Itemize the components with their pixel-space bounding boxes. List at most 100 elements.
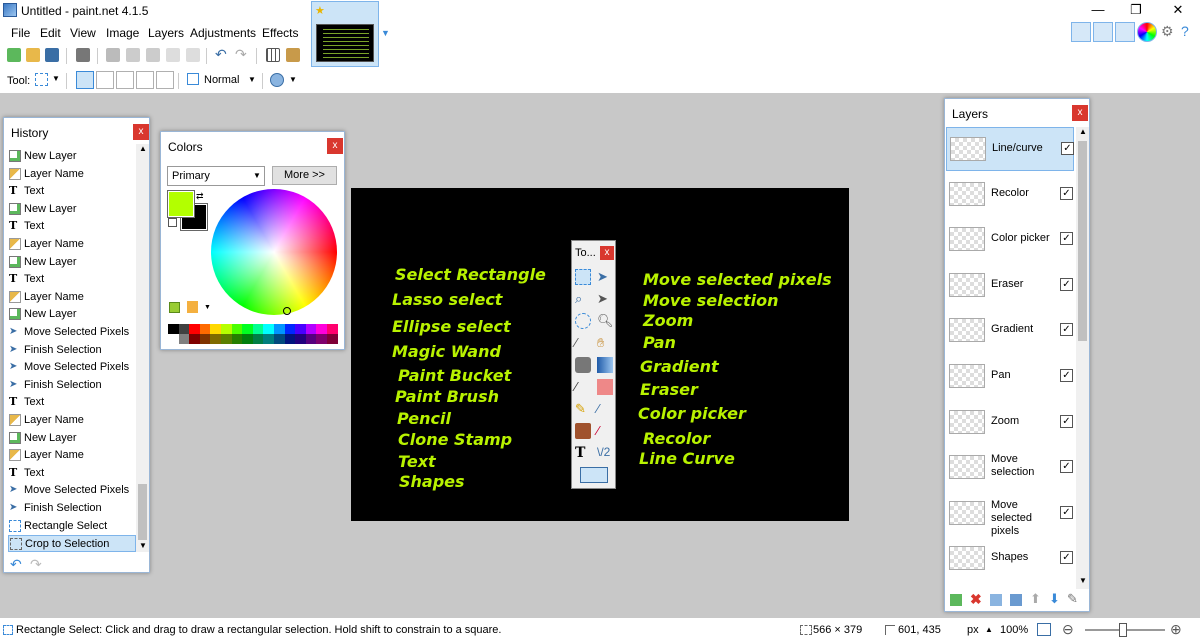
layer-row[interactable]: Zoom ✓ xyxy=(946,401,1074,445)
palette-menu-icon[interactable] xyxy=(187,301,198,313)
move-layer-up-icon[interactable]: ⬆ xyxy=(1030,591,1041,607)
layer-visibility-checkbox[interactable]: ✓ xyxy=(1060,369,1073,382)
merge-layer-down-icon[interactable] xyxy=(1010,594,1022,606)
primary-color-swatch[interactable] xyxy=(167,190,195,218)
zoom-slider-thumb[interactable] xyxy=(1119,623,1127,637)
palette-swatch[interactable] xyxy=(284,324,296,334)
palette-swatch[interactable] xyxy=(199,334,211,344)
layers-window-toggle-icon[interactable] xyxy=(1115,22,1135,42)
close-window-button[interactable]: ✕ xyxy=(1156,0,1200,22)
color-wheel-cursor[interactable] xyxy=(283,307,291,315)
layer-row[interactable]: Recolor ✓ xyxy=(946,173,1074,217)
history-item[interactable]: Layer Name xyxy=(8,289,136,306)
palette-swatch[interactable] xyxy=(210,334,221,344)
palette-swatch[interactable] xyxy=(221,334,232,344)
history-redo-icon[interactable]: ↷ xyxy=(30,556,42,573)
antialiasing-dropdown-icon[interactable]: ▼ xyxy=(289,75,297,84)
deselect-icon[interactable] xyxy=(186,48,200,62)
palette-swatch[interactable] xyxy=(327,324,338,334)
history-item[interactable]: New Layer xyxy=(8,430,136,447)
palette-swatch[interactable] xyxy=(231,334,243,344)
zoom-out-icon[interactable]: ⊖ xyxy=(1062,621,1074,638)
line-curve-icon[interactable]: \/2 xyxy=(597,445,613,461)
history-item[interactable]: ➤ Finish Selection xyxy=(8,500,136,517)
history-item[interactable]: T Text xyxy=(8,271,136,288)
palette-swatch[interactable] xyxy=(189,324,200,334)
add-layer-icon[interactable] xyxy=(950,594,962,606)
scroll-up-icon[interactable]: ▲ xyxy=(139,144,147,153)
palette-swatch[interactable] xyxy=(199,324,211,334)
open-icon[interactable] xyxy=(26,48,40,62)
lasso-select-icon[interactable]: ⌕ xyxy=(575,291,591,307)
zoom-icon[interactable]: 🔍︎ xyxy=(597,313,614,329)
color-mode-select[interactable]: Primary ▼ xyxy=(167,166,265,186)
history-close-button[interactable]: x xyxy=(133,124,149,140)
layer-properties-icon[interactable]: ✎ xyxy=(1067,591,1078,607)
palette-swatch[interactable] xyxy=(178,334,190,344)
palette-swatch[interactable] xyxy=(221,324,232,334)
history-item[interactable]: T Text xyxy=(8,183,136,200)
selection-mode-replace-icon[interactable] xyxy=(76,71,94,89)
clone-stamp-icon[interactable] xyxy=(575,423,591,439)
crop-to-selection-icon[interactable] xyxy=(166,48,180,62)
layer-visibility-checkbox[interactable]: ✓ xyxy=(1061,142,1074,155)
palette-swatch[interactable] xyxy=(316,324,327,334)
color-wheel[interactable] xyxy=(211,189,337,315)
history-item[interactable]: ➤ Move Selected Pixels xyxy=(8,324,136,341)
palette-swatch[interactable] xyxy=(178,324,190,334)
palette-swatch[interactable] xyxy=(252,334,264,344)
units-dropdown-icon[interactable]: ▲ xyxy=(985,625,993,634)
scroll-up-icon[interactable]: ▲ xyxy=(1079,127,1087,136)
zoom-to-window-icon[interactable] xyxy=(1037,623,1051,636)
layer-visibility-checkbox[interactable]: ✓ xyxy=(1060,505,1073,519)
grid-icon[interactable] xyxy=(266,48,280,62)
color-picker-icon[interactable]: ⁄ xyxy=(597,401,613,417)
text-tool-icon[interactable]: T xyxy=(575,445,591,461)
history-item[interactable]: T Text xyxy=(8,394,136,411)
duplicate-layer-icon[interactable] xyxy=(990,594,1002,606)
undo-icon[interactable]: ↶ xyxy=(215,47,229,62)
history-item[interactable]: New Layer xyxy=(8,148,136,165)
paste-icon[interactable] xyxy=(146,48,160,62)
history-item[interactable]: ➤ Move Selected Pixels xyxy=(8,359,136,376)
ellipse-select-icon[interactable] xyxy=(575,313,591,329)
pencil-icon[interactable]: ✎ xyxy=(575,401,591,417)
colors-close-button[interactable]: x xyxy=(327,138,343,154)
image-list-dropdown-icon[interactable]: ▼ xyxy=(381,28,390,38)
redo-icon[interactable]: ↷ xyxy=(235,47,249,62)
scroll-down-icon[interactable]: ▼ xyxy=(139,541,147,550)
zoom-in-icon[interactable]: ⊕ xyxy=(1170,621,1182,638)
palette-swatch[interactable] xyxy=(305,334,317,344)
image-tab-thumbnail[interactable]: ★ xyxy=(311,1,379,67)
layers-scrollbar[interactable]: ▲ ▼ xyxy=(1076,127,1089,589)
new-image-icon[interactable] xyxy=(7,48,21,62)
print-icon[interactable] xyxy=(76,48,90,62)
layer-visibility-checkbox[interactable]: ✓ xyxy=(1060,460,1073,474)
paint-bucket-icon[interactable] xyxy=(575,357,591,373)
rectangle-select-tool-icon[interactable] xyxy=(35,73,48,86)
palette-swatch[interactable] xyxy=(263,324,274,334)
blend-mode-dropdown-icon[interactable]: ▼ xyxy=(248,75,256,84)
help-icon[interactable]: ? xyxy=(1181,22,1200,42)
history-item[interactable]: T Text xyxy=(8,218,136,235)
tools-close-button[interactable]: x xyxy=(600,246,614,260)
tool-dropdown-icon[interactable]: ▼ xyxy=(52,74,60,83)
palette-dropdown-icon[interactable]: ▼ xyxy=(204,304,211,311)
menu-effects[interactable]: Effects xyxy=(262,26,298,40)
recolor-icon[interactable]: ⁄ xyxy=(597,423,613,439)
palette-swatch[interactable] xyxy=(284,334,296,344)
swap-colors-icon[interactable]: ⇄ xyxy=(196,191,204,202)
delete-layer-icon[interactable]: ✖ xyxy=(970,591,982,608)
move-selection-icon[interactable]: ➤ xyxy=(597,291,613,307)
reset-colors-icon[interactable] xyxy=(168,218,177,227)
layers-close-button[interactable]: x xyxy=(1072,105,1088,121)
pan-hand-icon[interactable]: ✋︎ xyxy=(597,335,613,351)
palette-swatch[interactable] xyxy=(242,324,253,334)
palette-swatch[interactable] xyxy=(263,334,274,344)
palette-swatch[interactable] xyxy=(295,334,306,344)
colors-window-toggle-icon[interactable] xyxy=(1137,22,1157,42)
zoom-slider[interactable] xyxy=(1085,623,1165,637)
layer-visibility-checkbox[interactable]: ✓ xyxy=(1060,551,1073,565)
layer-row[interactable]: Move selection ✓ xyxy=(946,446,1074,490)
layer-row[interactable]: Shapes ✓ xyxy=(946,537,1074,581)
